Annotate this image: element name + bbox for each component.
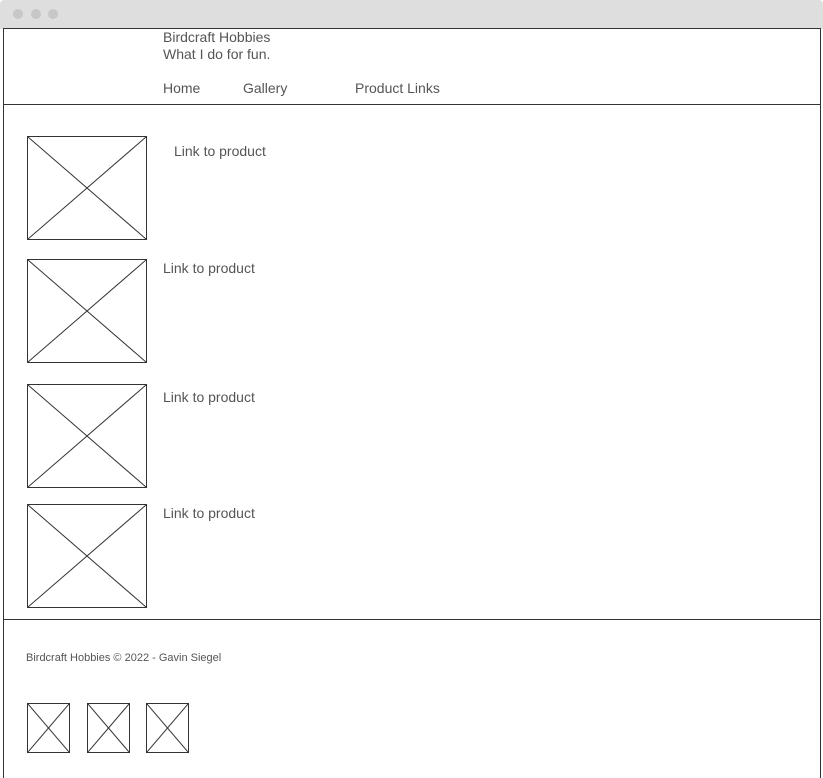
image-placeholder-icon (27, 504, 147, 608)
product-link[interactable]: Link to product (174, 143, 266, 159)
site-title: Birdcraft Hobbies (163, 29, 271, 45)
product-link[interactable]: Link to product (163, 505, 255, 521)
social-icon-placeholder-icon[interactable] (27, 703, 70, 753)
window-titlebar (0, 0, 823, 29)
window-minimize-dot[interactable] (31, 9, 41, 19)
header-divider (3, 104, 821, 105)
nav-product-links[interactable]: Product Links (355, 80, 440, 96)
window-close-dot[interactable] (13, 9, 23, 19)
image-placeholder-icon (27, 384, 147, 488)
footer-copyright: Birdcraft Hobbies © 2022 - Gavin Siegel (26, 652, 222, 664)
window-maximize-dot[interactable] (48, 9, 58, 19)
social-icon-placeholder-icon[interactable] (146, 703, 189, 753)
nav-gallery[interactable]: Gallery (243, 80, 287, 96)
social-icon-placeholder-icon[interactable] (87, 703, 130, 753)
footer-divider (3, 619, 821, 620)
site-tagline: What I do for fun. (163, 46, 271, 62)
image-placeholder-icon (27, 259, 147, 363)
product-link[interactable]: Link to product (163, 260, 255, 276)
product-link[interactable]: Link to product (163, 389, 255, 405)
image-placeholder-icon (27, 136, 147, 240)
nav-home[interactable]: Home (163, 80, 200, 96)
